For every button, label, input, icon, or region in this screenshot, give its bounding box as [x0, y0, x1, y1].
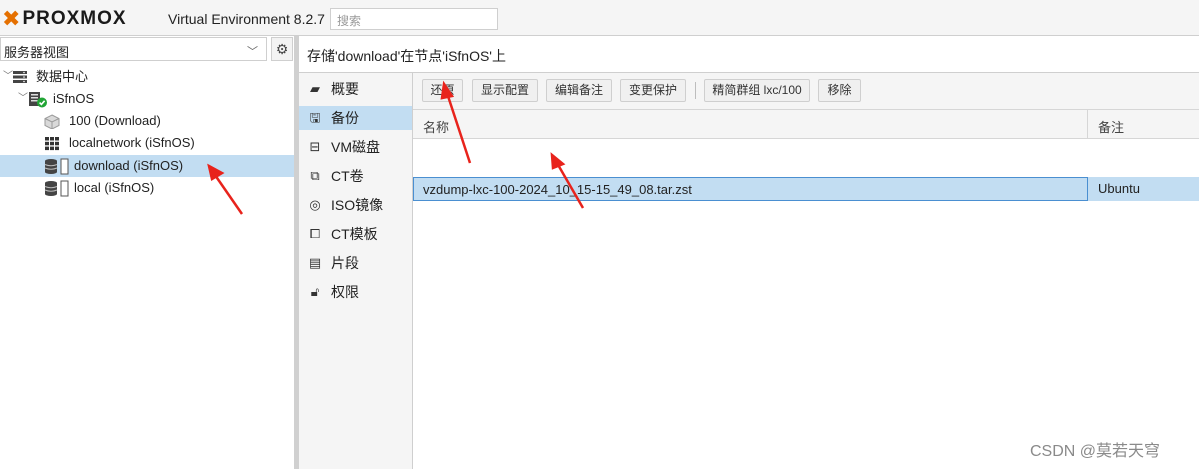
menu-item-permissions[interactable]: 🔓︎ 权限 — [299, 280, 412, 304]
tree-item-datacenter[interactable]: ﹀ 数据中心 — [0, 66, 294, 88]
menu-item-ct-templates[interactable]: ⧠ CT模板 — [299, 222, 412, 246]
snippet-icon: ▤ — [308, 255, 322, 270]
book-icon: ▰ — [310, 81, 320, 96]
storage-icon — [44, 180, 69, 197]
table-row[interactable]: vzdump-lxc-100-2024_10_15-15_49_08.tar.z… — [413, 177, 1199, 201]
tree-item-label: 100 (Download) — [69, 113, 161, 128]
ct-volume-icon: ⧉ — [310, 168, 320, 183]
menu-item-ct-volumes[interactable]: ⧉ CT卷 — [299, 164, 412, 188]
backup-name-cell[interactable]: vzdump-lxc-100-2024_10_15-15_49_08.tar.z… — [413, 177, 1088, 201]
collapse-icon[interactable]: ﹀ — [18, 88, 28, 110]
watermark-text: CSDN @莫若天穹 — [1030, 443, 1161, 460]
datacenter-icon — [13, 71, 27, 83]
search-input[interactable]: 搜索 — [330, 8, 498, 30]
backup-content: 还原 显示配置 编辑备注 变更保护 精简群组 lxc/100 移除 名称 备注 … — [413, 73, 1199, 469]
tree-item-label: download (iSfnOS) — [74, 158, 184, 173]
menu-item-label: ISO镜像 — [331, 197, 384, 213]
floppy-icon: 🖫 — [309, 110, 321, 125]
tree-item-storage-local[interactable]: local (iSfnOS) — [0, 177, 294, 199]
tree-item-container[interactable]: 100 (Download) — [0, 110, 294, 132]
proxmox-x-icon: ✖ — [2, 6, 22, 31]
top-header: ✖ PROXMOX Virtual Environment 8.2.7 搜索 — [0, 0, 1199, 36]
menu-item-label: VM磁盘 — [331, 139, 380, 155]
storage-icon — [44, 158, 69, 175]
menu-item-label: CT模板 — [331, 226, 378, 242]
node-online-icon — [29, 92, 47, 108]
prune-group-button[interactable]: 精简群组 lxc/100 — [704, 79, 810, 102]
version-label: Virtual Environment 8.2.7 — [168, 11, 325, 27]
tree-item-node[interactable]: ﹀ iSfnOS — [0, 88, 294, 110]
menu-item-iso[interactable]: ◎ ISO镜像 — [299, 193, 412, 217]
column-header-notes[interactable]: 备注 — [1098, 117, 1124, 136]
menu-item-label: 权限 — [331, 284, 359, 300]
unlock-icon: 🔓︎ — [310, 284, 320, 299]
proxmox-logo[interactable]: ✖ PROXMOX — [2, 6, 127, 31]
tree-item-label: local (iSfnOS) — [74, 180, 155, 195]
toolbar-separator — [695, 82, 696, 99]
gear-icon[interactable]: ⚙ — [271, 37, 293, 61]
tree-item-sdn[interactable]: localnetwork (iSfnOS) — [0, 132, 294, 154]
menu-item-label: 备份 — [331, 110, 359, 126]
container-icon — [44, 114, 60, 129]
tree-item-label: 数据中心 — [36, 69, 89, 84]
menu-item-backup[interactable]: 🖫 备份 — [299, 106, 412, 130]
storage-panel: 存储'download'在节点'iSfnOS'上 ▰ 概要 🖫 备份 ⊟ VM磁… — [299, 36, 1199, 469]
menu-item-label: 片段 — [331, 255, 359, 271]
menu-item-summary[interactable]: ▰ 概要 — [299, 77, 412, 101]
resource-tree-panel: 服务器视图 ﹀ ⚙ ﹀ 数据中心 ﹀ iSfnOS 100 (Download) — [0, 36, 294, 469]
template-icon: ⧠ — [309, 226, 321, 241]
restore-button[interactable]: 还原 — [422, 79, 463, 102]
sdn-grid-icon — [45, 137, 59, 151]
menu-item-vm-disks[interactable]: ⊟ VM磁盘 — [299, 135, 412, 159]
menu-item-snippets[interactable]: ▤ 片段 — [299, 251, 412, 275]
tree-item-label: iSfnOS — [53, 91, 95, 106]
edit-notes-button[interactable]: 编辑备注 — [546, 79, 612, 102]
disc-icon: ◎ — [309, 197, 321, 212]
backup-toolbar: 还原 显示配置 编辑备注 变更保护 精简群组 lxc/100 移除 — [413, 73, 1199, 110]
logo-text: PROXMOX — [22, 8, 127, 29]
page-title: 存储'download'在节点'iSfnOS'上 — [299, 36, 1199, 73]
menu-item-label: CT卷 — [331, 168, 364, 184]
column-header-name[interactable]: 名称 — [423, 117, 449, 136]
show-config-button[interactable]: 显示配置 — [472, 79, 538, 102]
view-selector-value: 服务器视图 — [4, 45, 70, 60]
storage-menu: ▰ 概要 🖫 备份 ⊟ VM磁盘 ⧉ CT卷 ◎ ISO镜像 ⧠ CT模板 ▤ … — [299, 73, 413, 469]
column-divider[interactable] — [1087, 110, 1088, 139]
remove-button[interactable]: 移除 — [818, 79, 861, 102]
menu-item-label: 概要 — [331, 81, 359, 97]
backup-notes-cell[interactable]: Ubuntu — [1098, 181, 1140, 196]
tree-item-label: localnetwork (iSfnOS) — [69, 135, 195, 150]
chevron-down-icon: ﹀ — [247, 46, 258, 58]
view-selector[interactable]: 服务器视图 ﹀ — [0, 37, 267, 61]
grid-header: 名称 备注 — [413, 110, 1199, 139]
hdd-icon: ⊟ — [309, 139, 321, 154]
tree-item-storage-download[interactable]: download (iSfnOS) — [0, 155, 294, 177]
change-protection-button[interactable]: 变更保护 — [620, 79, 686, 102]
